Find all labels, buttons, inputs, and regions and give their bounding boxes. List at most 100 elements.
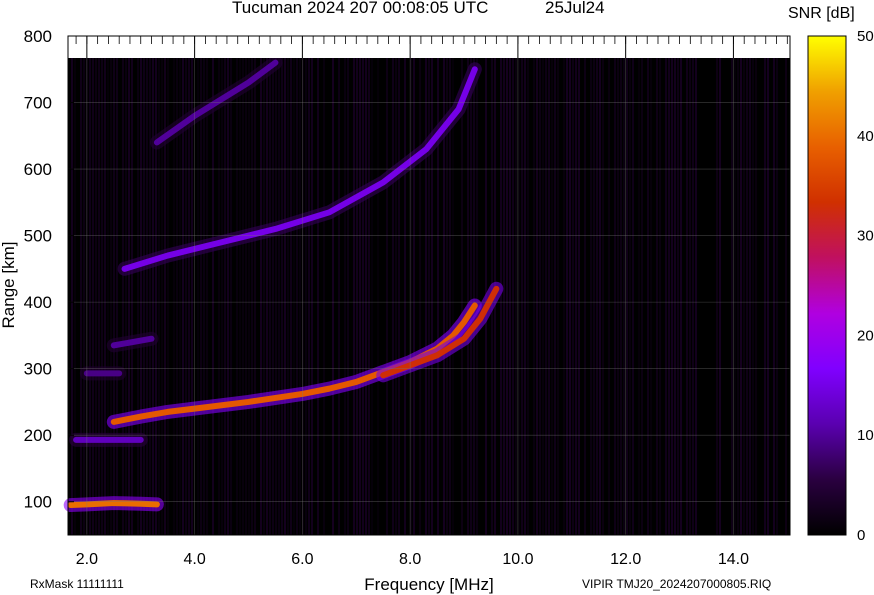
noise-streak bbox=[356, 58, 358, 535]
noise-streak bbox=[203, 58, 205, 535]
noise-streak bbox=[197, 58, 199, 535]
noise-streak bbox=[692, 58, 694, 535]
colorbar-ticks: 0 10 20 30 40 50 bbox=[857, 28, 874, 544]
noise-streak bbox=[533, 58, 535, 535]
noise-streak bbox=[95, 58, 97, 535]
noise-streak bbox=[359, 58, 361, 535]
noise-streak bbox=[575, 58, 577, 535]
noise-streak bbox=[398, 58, 400, 535]
x-tick-label: 10.0 bbox=[502, 551, 533, 568]
noise-streak bbox=[476, 58, 478, 535]
noise-streak bbox=[71, 58, 73, 535]
plot-top-band bbox=[68, 36, 790, 58]
noise-streak bbox=[521, 58, 523, 535]
noise-streak bbox=[470, 58, 472, 535]
noise-streak bbox=[659, 58, 661, 535]
noise-streak bbox=[236, 58, 238, 535]
noise-streak bbox=[467, 58, 469, 535]
noise-streak bbox=[218, 58, 220, 535]
noise-streak bbox=[323, 58, 325, 535]
noise-streak bbox=[239, 58, 241, 535]
colorbar-tick-label: 20 bbox=[857, 327, 874, 344]
noise-streak bbox=[656, 58, 658, 535]
noise-streak bbox=[74, 58, 76, 535]
noise-streak bbox=[752, 58, 754, 535]
noise-streak bbox=[785, 58, 787, 535]
y-tick-label: 500 bbox=[24, 227, 52, 246]
noise-streak bbox=[527, 58, 529, 535]
noise-streak bbox=[107, 58, 109, 535]
noise-streak bbox=[242, 58, 244, 535]
ionogram-chart: 2.0 4.0 6.0 8.0 10.0 12.0 14.0 100200300400500… bbox=[0, 27, 874, 594]
noise-streak bbox=[206, 58, 208, 535]
noise-streak bbox=[275, 58, 277, 535]
noise-streak bbox=[266, 58, 268, 535]
noise-streak bbox=[569, 58, 571, 535]
noise-streak bbox=[122, 58, 124, 535]
noise-streak bbox=[191, 58, 193, 535]
y-tick-label: 300 bbox=[24, 360, 52, 379]
noise-streak bbox=[137, 58, 139, 535]
noise-streak bbox=[293, 58, 295, 535]
noise-streak bbox=[545, 58, 547, 535]
colorbar-tick-label: 50 bbox=[857, 28, 874, 45]
noise-streak bbox=[101, 58, 103, 535]
noise-streak bbox=[755, 58, 757, 535]
noise-streak bbox=[158, 58, 160, 535]
noise-streak bbox=[590, 58, 592, 535]
noise-streak bbox=[572, 58, 574, 535]
noise-streak bbox=[500, 58, 502, 535]
noise-streak bbox=[92, 58, 94, 535]
noise-streak bbox=[566, 58, 568, 535]
noise-streak bbox=[83, 58, 85, 535]
noise-streak bbox=[452, 58, 454, 535]
x-tick-label: 12.0 bbox=[610, 551, 641, 568]
noise-streak bbox=[776, 58, 778, 535]
y-tick-label: 700 bbox=[24, 94, 52, 113]
noise-streak bbox=[680, 58, 682, 535]
noise-streak bbox=[626, 58, 628, 535]
x-tick-label: 8.0 bbox=[399, 551, 421, 568]
noise-streak bbox=[671, 58, 673, 535]
noise-streak bbox=[80, 58, 82, 535]
noise-streak bbox=[734, 58, 736, 535]
noise-streak bbox=[413, 58, 415, 535]
noise-streak bbox=[245, 58, 247, 535]
noise-streak bbox=[299, 58, 301, 535]
noise-streak bbox=[743, 58, 745, 535]
noise-streak bbox=[647, 58, 649, 535]
noise-streak bbox=[224, 58, 226, 535]
noise-streak bbox=[263, 58, 265, 535]
noise-streak bbox=[146, 58, 148, 535]
noise-streak bbox=[392, 58, 394, 535]
noise-streak bbox=[296, 58, 298, 535]
noise-streak bbox=[140, 58, 142, 535]
noise-streak bbox=[251, 58, 253, 535]
chart-title: Tucuman 2024 207 00:08:05 UTC bbox=[232, 0, 489, 17]
y-axis-label: Range [km] bbox=[0, 242, 18, 329]
noise-streak bbox=[344, 58, 346, 535]
noise-streak bbox=[98, 58, 100, 535]
date-label: 25Jul24 bbox=[545, 0, 605, 17]
noise-streak bbox=[428, 58, 430, 535]
noise-streak bbox=[290, 58, 292, 535]
rxmask-label: RxMask 11111111 bbox=[30, 577, 124, 591]
x-axis-label: Frequency [MHz] bbox=[364, 575, 493, 594]
noise-streak bbox=[332, 58, 334, 535]
noise-streak bbox=[629, 58, 631, 535]
y-tick-label: 800 bbox=[24, 27, 52, 46]
x-tick-label: 14.0 bbox=[718, 551, 749, 568]
noise-streak bbox=[260, 58, 262, 535]
colorbar-tick-label: 10 bbox=[857, 427, 874, 444]
noise-streak bbox=[161, 58, 163, 535]
noise-streak bbox=[608, 58, 610, 535]
noise-streak bbox=[503, 58, 505, 535]
noise-streak bbox=[212, 58, 214, 535]
noise-streak bbox=[539, 58, 541, 535]
noise-streak bbox=[554, 58, 556, 535]
noise-streak bbox=[155, 58, 157, 535]
noise-streak bbox=[404, 58, 406, 535]
file-label: VIPIR TMJ20_2024207000805.RIQ bbox=[582, 577, 772, 591]
noise-streak bbox=[152, 58, 154, 535]
noise-streak bbox=[317, 58, 319, 535]
